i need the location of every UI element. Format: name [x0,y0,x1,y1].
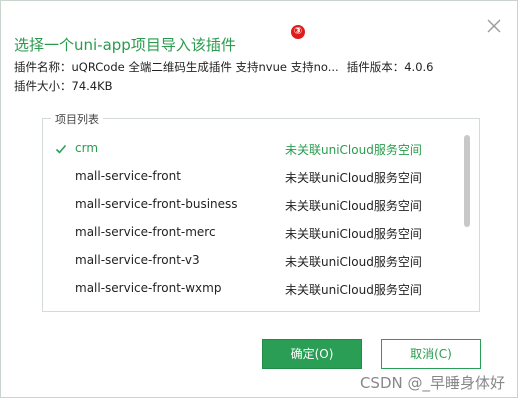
project-cloud-status: 未关联uniCloud服务空间 [285,143,422,157]
plugin-size: 74.4KB [71,79,113,93]
project-cloud-status: 未关联uniCloud服务空间 [285,227,422,241]
project-list-item[interactable]: mall-service-front-wxmp 未关联uniCloud服务空间 [43,275,463,303]
cancel-button[interactable]: 取消(C) [381,339,481,369]
project-name: crm [75,141,99,155]
dialog-title: 选择一个uni-app项目导入该插件 [14,36,236,54]
plugin-size-label: 插件大小： [14,79,72,93]
project-cloud-status: 未关联uniCloud服务空间 [285,283,422,297]
project-list-item[interactable]: mall-service-front-v3 未关联uniCloud服务空间 [43,247,463,275]
import-plugin-dialog: 选择一个uni-app项目导入该插件 ③ 插件名称：uQRCode 全端二维码生… [0,0,518,398]
project-name: mall-service-front-merc [75,225,216,239]
plugin-name: uQRCode 全端二维码生成插件 支持nvue 支持no... [71,60,339,74]
project-list-scrollbar[interactable] [463,131,471,303]
project-list-item[interactable]: mall-service-front 未关联uniCloud服务空间 [43,163,463,191]
project-list-item[interactable]: crm 未关联uniCloud服务空间 [43,135,463,163]
project-name: mall-service-front-v3 [75,253,200,267]
project-name: mall-service-front-wxmp [75,281,222,295]
plugin-size-line: 插件大小：74.4KB [14,78,113,94]
project-name: mall-service-front [75,169,181,183]
project-list-legend: 项目列表 [51,111,103,127]
project-cloud-status: 未关联uniCloud服务空间 [285,255,422,269]
plugin-info-line: 插件名称：uQRCode 全端二维码生成插件 支持nvue 支持no... 插件版… [14,59,433,75]
project-list-item[interactable]: mall-service-front-business 未关联uniCloud服务… [43,191,463,219]
ok-button[interactable]: 确定(O) [262,339,362,369]
scrollbar-thumb[interactable] [464,135,470,227]
plugin-version: 4.0.6 [404,60,434,74]
check-icon [55,144,67,154]
project-cloud-status: 未关联uniCloud服务空间 [285,199,422,213]
project-list-item[interactable]: mall-service-front-merc 未关联uniCloud服务空间 [43,219,463,247]
project-list[interactable]: crm 未关联uniCloud服务空间 mall-service-front 未关联u… [43,135,463,305]
project-name: mall-service-front-business [75,197,238,211]
plugin-name-label: 插件名称： [14,60,72,74]
step-marker: ③ [291,25,305,39]
plugin-version-label: 插件版本： [346,60,405,74]
close-icon[interactable] [485,17,503,35]
project-cloud-status: 未关联uniCloud服务空间 [285,171,422,185]
watermark: CSDN @_早睡身体好 [359,374,505,392]
